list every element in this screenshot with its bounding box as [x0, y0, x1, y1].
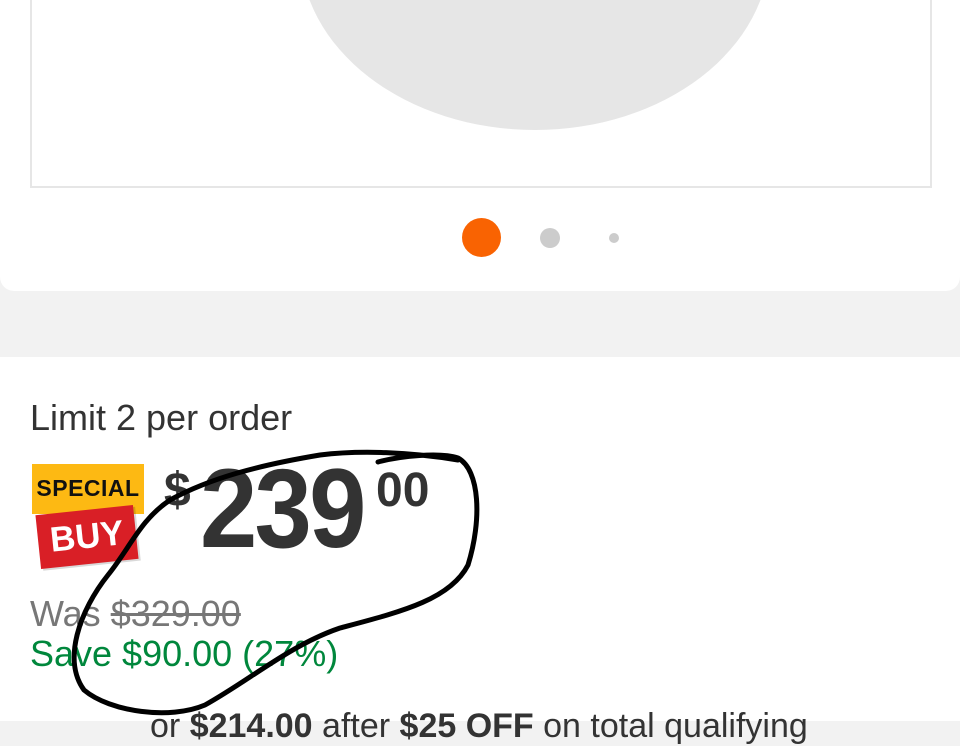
product-image[interactable] — [30, 0, 932, 188]
purchase-limit-text: Limit 2 per order — [30, 397, 293, 438]
was-amount: $329.00 — [110, 593, 241, 634]
gallery-dot-1-active[interactable] — [462, 218, 501, 257]
promo-text: or $214.00 after $25 OFF on total qualif… — [150, 707, 808, 746]
gallery-dot-3[interactable] — [609, 233, 619, 243]
promo-prefix: or — [150, 707, 190, 745]
promo-suffix: on total qualifying — [533, 707, 808, 745]
price-currency-symbol: $ — [164, 464, 191, 517]
gallery-dot-2[interactable] — [540, 228, 560, 248]
savings-text: Save $90.00 (27%) — [30, 633, 339, 674]
product-image-gallery — [0, 0, 960, 291]
badge-buy-label: BUY — [35, 505, 139, 569]
promo-amount: $214.00 — [189, 707, 313, 745]
special-buy-badge: SPECIAL BUY — [32, 463, 152, 573]
price-dollars: 239 — [200, 446, 366, 571]
was-price: Was $329.00 — [30, 593, 241, 635]
product-photo-shape — [300, 0, 770, 130]
promo-discount: $25 OFF — [399, 707, 534, 745]
price-section: Limit 2 per order SPECIAL BUY $ 239 00 W… — [0, 357, 960, 745]
was-label: Was — [30, 593, 101, 634]
promo-middle: after — [312, 707, 400, 745]
price-cents: 00 — [376, 464, 430, 517]
